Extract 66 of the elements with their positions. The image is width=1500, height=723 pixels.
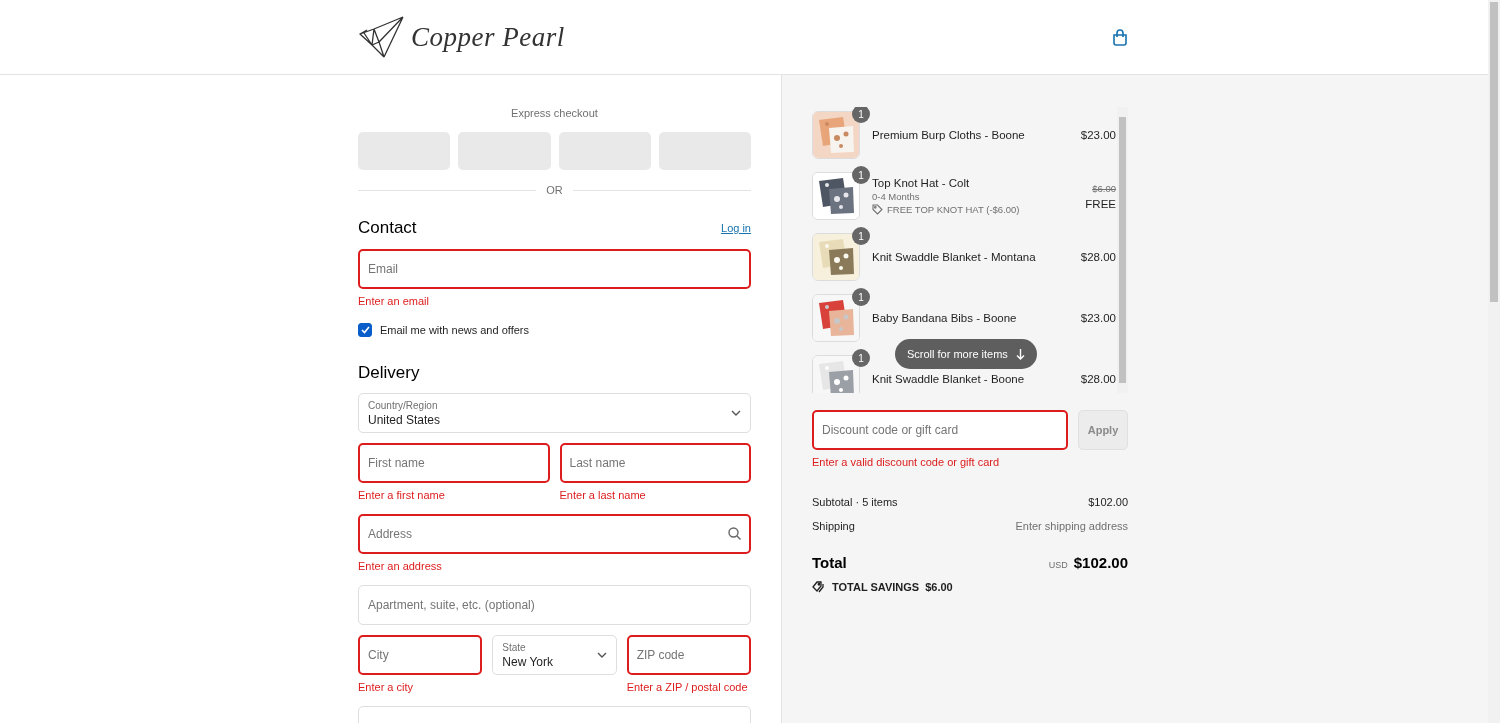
input-field[interactable]: ZIP code xyxy=(626,635,751,675)
product-name: Baby Bandana Bibs - Boone xyxy=(872,312,1018,324)
product-name: Premium Burp Cloths - Boone xyxy=(872,129,1026,141)
original-price: $6.00 xyxy=(1092,182,1116,194)
list-scrollbar[interactable] xyxy=(1117,107,1128,393)
quantity-badge: 1 xyxy=(852,107,870,123)
shipping-label: Shipping xyxy=(812,520,855,532)
product-variant: 0-4 Months xyxy=(872,191,921,202)
express-checkout-label: Express checkout xyxy=(511,106,598,120)
savings-value: $6.00 xyxy=(925,581,953,593)
error-message: Enter an email xyxy=(358,294,430,308)
quantity-badge: 1 xyxy=(852,288,870,306)
discount-label: FREE TOP KNOT HAT (-$6.00) xyxy=(887,204,1020,215)
shopping-bag-icon[interactable] xyxy=(1112,28,1128,46)
section-title: Contact xyxy=(358,218,417,238)
tag-icon xyxy=(872,204,883,215)
error-message: Enter an address xyxy=(358,559,443,573)
input-field[interactable]: City xyxy=(358,635,483,675)
input-field[interactable]: Last name xyxy=(559,443,751,483)
error-message: Enter a city xyxy=(358,680,415,694)
currency-code: USD xyxy=(1048,560,1068,570)
total-label: Total xyxy=(812,554,847,571)
product-price: $23.00 xyxy=(1080,129,1116,141)
field-label: Country/Region xyxy=(368,399,439,411)
section-title: Delivery xyxy=(358,363,420,383)
divider-label: OR xyxy=(546,184,563,196)
select-field[interactable]: Country/Region United States xyxy=(358,393,751,433)
page-scrollbar[interactable] xyxy=(1488,0,1500,723)
login-link[interactable]: Log in xyxy=(721,222,751,234)
search-field[interactable]: Address xyxy=(358,514,751,554)
product-name: Knit Swaddle Blanket - Boone xyxy=(872,373,1026,385)
input-field[interactable]: Discount code or gift card xyxy=(812,410,1068,450)
product-price: $28.00 xyxy=(1080,251,1116,263)
input-field[interactable]: Email xyxy=(358,249,751,289)
tags-icon xyxy=(812,581,826,593)
origami-bird-icon xyxy=(359,16,405,58)
subtotal-value: $102.00 xyxy=(1088,496,1128,508)
select-field[interactable]: State New York xyxy=(492,635,617,675)
product-price: $23.00 xyxy=(1080,312,1116,324)
quantity-badge: 1 xyxy=(852,349,870,367)
checkbox-label: Email me with news and offers xyxy=(380,324,529,336)
quantity-badge: 1 xyxy=(852,227,870,245)
error-message: Enter a last name xyxy=(559,488,647,502)
product-name: Knit Swaddle Blanket - Montana xyxy=(872,251,1037,263)
checkbox[interactable] xyxy=(358,323,372,337)
search-icon[interactable] xyxy=(728,527,741,540)
error-message: Enter a first name xyxy=(358,488,446,502)
chevron-down-icon xyxy=(731,410,741,416)
input-field[interactable]: First name xyxy=(358,443,550,483)
field-value: United States xyxy=(368,412,442,427)
shipping-value: Enter shipping address xyxy=(1015,520,1128,532)
field-value: New York xyxy=(502,654,555,669)
error-message: Enter a ZIP / postal code xyxy=(626,680,749,694)
error-message: Enter a valid discount code or gift card xyxy=(812,455,1001,469)
savings-label: TOTAL SAVINGS xyxy=(832,581,920,593)
chevron-down-icon xyxy=(596,652,607,658)
subtotal-label: Subtotal · 5 items xyxy=(812,496,898,508)
down-arrow-icon xyxy=(1015,348,1025,360)
scroll-hint-button[interactable]: Scroll for more items xyxy=(895,339,1037,369)
product-name: Top Knot Hat - Colt xyxy=(872,177,971,189)
total-value: $102.00 xyxy=(1073,554,1128,571)
quantity-badge: 1 xyxy=(852,166,870,184)
field-label: State xyxy=(502,641,527,653)
product-price: $28.00 xyxy=(1080,373,1116,385)
logo-text: Copper Pearl xyxy=(411,21,565,53)
product-price: FREE xyxy=(1085,197,1116,210)
